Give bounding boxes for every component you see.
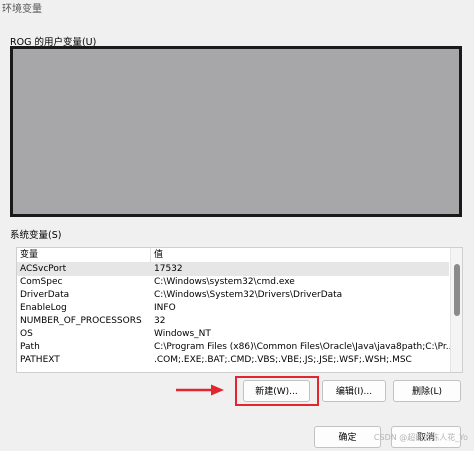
table-row[interactable]: Path C:\Program Files (x86)\Common Files…	[17, 341, 454, 354]
table-row[interactable]: OS Windows_NT	[17, 328, 449, 341]
table-row[interactable]: ACSvcPort 17532	[17, 263, 449, 276]
row-variable-value: 32	[154, 316, 166, 326]
watermark-text: CSDN @超能的陈人花_Yo	[373, 433, 468, 442]
row-variable-name: ACSvcPort	[20, 264, 67, 274]
window-title: 环境变量	[2, 4, 42, 15]
ok-button[interactable]: 确定	[314, 426, 381, 448]
row-variable-value: INFO	[154, 303, 176, 313]
row-variable-name: Path	[20, 342, 40, 352]
column-header-value[interactable]: 值	[154, 248, 163, 262]
scrollbar-thumb[interactable]	[454, 264, 460, 316]
row-variable-name: PATHEXT	[20, 355, 60, 365]
column-divider[interactable]	[150, 248, 151, 262]
table-row[interactable]: EnableLog INFO	[17, 302, 449, 315]
row-variable-name: EnableLog	[20, 303, 67, 313]
table-row[interactable]: DriverData C:\Windows\System32\Drivers\D…	[17, 289, 449, 302]
column-header-variable[interactable]: 变量	[20, 248, 38, 262]
table-row[interactable]: PATHEXT .COM;.EXE;.BAT;.CMD;.VBS;.VBE;.J…	[17, 354, 449, 367]
row-variable-value: .COM;.EXE;.BAT;.CMD;.VBS;.VBE;.JS;.JSE;.…	[154, 355, 412, 365]
system-variables-table[interactable]: 变量 值 ACSvcPort 17532 ComSpec C:\Windows\…	[16, 247, 463, 373]
row-variable-value: C:\Windows\System32\Drivers\DriverData	[154, 290, 343, 300]
user-variables-list-redacted[interactable]	[10, 46, 462, 217]
row-variable-value: C:\Windows\system32\cmd.exe	[154, 277, 295, 287]
new-system-variable-button[interactable]: 新建(W)...	[243, 380, 310, 402]
edit-system-variable-button[interactable]: 编辑(I)...	[322, 380, 386, 402]
system-variables-label: 系统变量(S)	[10, 230, 62, 241]
row-variable-name: OS	[20, 329, 33, 339]
row-variable-name: ComSpec	[20, 277, 63, 287]
row-variable-name: NUMBER_OF_PROCESSORS	[20, 316, 142, 326]
table-row[interactable]: ComSpec C:\Windows\system32\cmd.exe	[17, 276, 449, 289]
row-variable-value: Windows_NT	[154, 329, 211, 339]
table-row[interactable]: NUMBER_OF_PROCESSORS 32	[17, 315, 449, 328]
row-variable-value: 17532	[154, 264, 183, 274]
row-variable-value: C:\Program Files (x86)\Common Files\Orac…	[154, 342, 455, 352]
annotation-arrow-icon	[176, 384, 224, 396]
row-variable-name: DriverData	[20, 290, 70, 300]
table-header: 变量 值	[17, 248, 449, 263]
vertical-scrollbar[interactable]	[450, 248, 462, 372]
delete-system-variable-button[interactable]: 删除(L)	[393, 380, 461, 402]
